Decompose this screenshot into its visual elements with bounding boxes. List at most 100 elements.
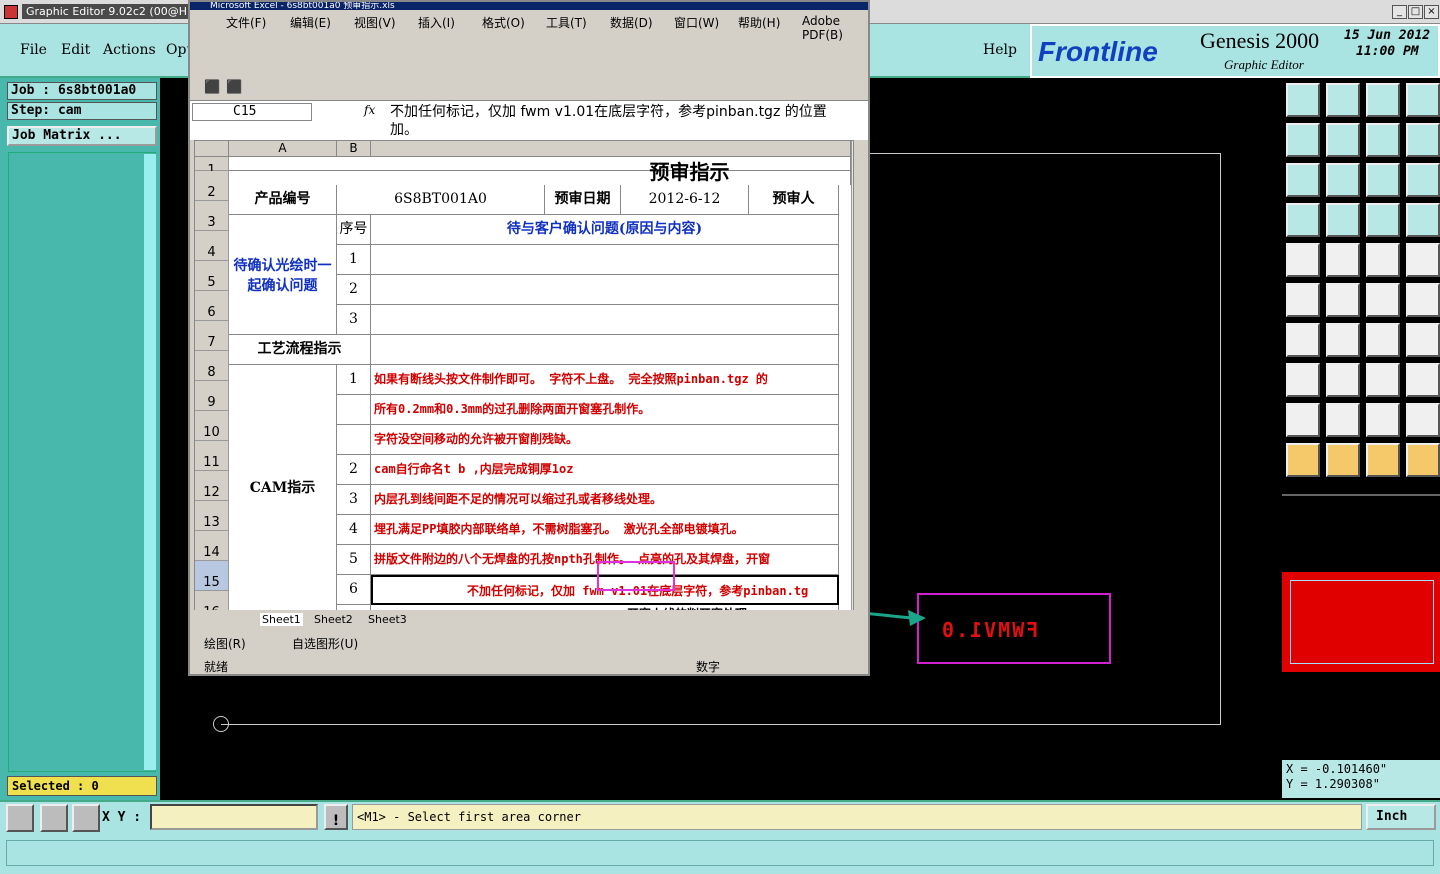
menu-file[interactable]: File bbox=[20, 42, 47, 58]
cam-seq[interactable]: 2 bbox=[337, 455, 371, 485]
row-header[interactable]: 13 bbox=[195, 501, 229, 531]
close-button[interactable]: × bbox=[1424, 5, 1439, 19]
maximize-button[interactable]: □ bbox=[1408, 5, 1423, 19]
a3-icon[interactable] bbox=[1406, 403, 1440, 437]
save-job-icon[interactable] bbox=[1326, 83, 1360, 117]
cam-instruction[interactable]: 字符没空间移动的允许被开窗削残缺。 bbox=[371, 425, 839, 455]
row-header[interactable]: 9 bbox=[195, 381, 229, 411]
window-icon[interactable] bbox=[1406, 83, 1440, 117]
excel-window[interactable]: Microsoft Excel - 6s8bt001a0 预审指示.xls 文件… bbox=[188, 0, 870, 676]
name-box[interactable]: C15 bbox=[192, 103, 312, 121]
formula-input[interactable]: 不加任何标记，仅加 fwm v1.01在底层字符，参考pinban.tgz 的位… bbox=[390, 103, 850, 139]
column-header-c[interactable] bbox=[371, 141, 851, 157]
review-date-label[interactable]: 预审日期 bbox=[545, 185, 621, 215]
layers-red-icon[interactable] bbox=[1366, 203, 1400, 237]
select3-icon[interactable] bbox=[1366, 443, 1400, 477]
zoom-fit-icon[interactable] bbox=[1326, 163, 1360, 197]
ruler-icon[interactable] bbox=[1366, 243, 1400, 277]
net-icon[interactable] bbox=[1406, 443, 1440, 477]
grid-icon[interactable] bbox=[72, 804, 100, 832]
pending-seq[interactable]: 2 bbox=[337, 275, 371, 305]
menu-actions[interactable]: Actions bbox=[103, 42, 156, 58]
line-point-icon[interactable] bbox=[1366, 283, 1400, 317]
diag-line-icon[interactable] bbox=[1326, 323, 1360, 357]
reviewer-label[interactable]: 预审人 bbox=[749, 185, 839, 215]
cam-instruction[interactable]: 内层孔到线间距不足的情况可以缩过孔或者移线处理。 bbox=[371, 485, 839, 515]
measure-icon[interactable] bbox=[40, 804, 68, 832]
row-header[interactable]: 15 bbox=[195, 561, 229, 591]
product-no-value[interactable]: 6S8BT001A0 bbox=[337, 185, 545, 215]
row-header[interactable]: 4 bbox=[195, 231, 229, 261]
pdf-mail-icon[interactable]: ⬛ bbox=[226, 80, 242, 95]
grid-icon[interactable] bbox=[1326, 203, 1360, 237]
row-header[interactable]: 16 bbox=[195, 591, 229, 611]
measure-icon[interactable] bbox=[1366, 363, 1400, 397]
excel-menu-item[interactable]: 窗口(W) bbox=[674, 14, 719, 31]
pad-add-icon[interactable] bbox=[1286, 363, 1320, 397]
layer-scrollbar[interactable] bbox=[144, 154, 156, 770]
sheet-tab-sheet2[interactable]: Sheet2 bbox=[314, 613, 353, 626]
menu-help[interactable]: Help bbox=[983, 42, 1017, 58]
menu-edit[interactable]: Edit bbox=[61, 42, 90, 58]
connect-icon[interactable] bbox=[1286, 283, 1320, 317]
ff-icon[interactable] bbox=[1406, 323, 1440, 357]
draw-line-icon[interactable] bbox=[1286, 323, 1320, 357]
pending-issue[interactable] bbox=[371, 245, 839, 275]
rotate-icon[interactable] bbox=[1366, 123, 1400, 157]
row-header[interactable]: 5 bbox=[195, 261, 229, 291]
sheet-tab-sheet1[interactable]: Sheet1 bbox=[260, 613, 303, 626]
row-header[interactable]: 10 bbox=[195, 411, 229, 441]
row-header[interactable]: 11 bbox=[195, 441, 229, 471]
draw-menu[interactable]: 绘图(R) bbox=[204, 635, 246, 652]
cam-instruction[interactable]: 埋孔满足PP填胶内部联络单，不需树脂塞孔。 激光孔全部电镀填孔。 bbox=[371, 515, 839, 545]
select-icon[interactable] bbox=[1286, 443, 1320, 477]
pending-label[interactable]: 待确认光绘时一起确认问题 bbox=[229, 215, 337, 335]
fit-icon[interactable] bbox=[1286, 163, 1320, 197]
pending-issue[interactable] bbox=[371, 305, 839, 335]
excel-menu-item[interactable]: 格式(O) bbox=[482, 14, 525, 31]
units-select[interactable]: Inch bbox=[1366, 804, 1436, 830]
shapes-icon[interactable] bbox=[1406, 363, 1440, 397]
circle-icon[interactable] bbox=[1406, 243, 1440, 277]
scale-icon[interactable] bbox=[1366, 163, 1400, 197]
cam-label[interactable]: CAM指示 bbox=[229, 365, 337, 611]
help-icon[interactable] bbox=[1406, 163, 1440, 197]
row-header[interactable]: 6 bbox=[195, 291, 229, 321]
row-header[interactable]: 8 bbox=[195, 351, 229, 381]
cam-seq[interactable]: 3 bbox=[337, 485, 371, 515]
column-header-b[interactable]: B bbox=[337, 141, 371, 157]
cam-seq[interactable] bbox=[337, 395, 371, 425]
cam-instruction[interactable]: 如果有断线头按文件制作即可。 字符不上盘。 完全按照pinban.tgz 的 bbox=[371, 365, 839, 395]
seq-header[interactable]: 序号 bbox=[337, 215, 371, 245]
corner-header[interactable] bbox=[195, 141, 229, 157]
a2-icon[interactable] bbox=[1366, 403, 1400, 437]
row-header[interactable]: 14 bbox=[195, 531, 229, 561]
excel-menu-item[interactable]: 视图(V) bbox=[354, 14, 396, 31]
info-icon[interactable]: ! bbox=[324, 804, 348, 830]
xy-input[interactable] bbox=[150, 804, 318, 830]
line-point2-icon[interactable] bbox=[1406, 283, 1440, 317]
excel-menu-item[interactable]: 插入(I) bbox=[418, 14, 455, 31]
tools-icon[interactable] bbox=[1286, 203, 1320, 237]
spreadsheet-grid[interactable]: AB12345678910111213141516预审指示产品编号6S8BT00… bbox=[194, 140, 854, 612]
sheet-tab-sheet3[interactable]: Sheet3 bbox=[368, 613, 407, 626]
layers-blue-icon[interactable] bbox=[1406, 203, 1440, 237]
row-header[interactable]: 2 bbox=[195, 171, 229, 201]
minus-icon[interactable] bbox=[1326, 363, 1360, 397]
pending-seq[interactable]: 3 bbox=[337, 305, 371, 335]
minimize-button[interactable]: _ bbox=[1392, 5, 1407, 19]
fx-icon[interactable]: fx bbox=[364, 103, 375, 117]
cam-seq[interactable]: 5 bbox=[337, 545, 371, 575]
cam-seq[interactable] bbox=[337, 425, 371, 455]
pdf-icon[interactable]: ⬛ bbox=[204, 80, 220, 95]
autoshape-menu[interactable]: 自选图形(U) bbox=[292, 635, 358, 652]
mirror-icon[interactable] bbox=[1406, 123, 1440, 157]
home-icon[interactable] bbox=[1366, 83, 1400, 117]
pending-seq[interactable]: 1 bbox=[337, 245, 371, 275]
excel-menu-item[interactable]: 数据(D) bbox=[610, 14, 653, 31]
pan-right-icon[interactable] bbox=[1326, 123, 1360, 157]
process-value[interactable] bbox=[371, 335, 839, 365]
product-no-label[interactable]: 产品编号 bbox=[229, 185, 337, 215]
process-label[interactable]: 工艺流程指示 bbox=[229, 335, 371, 365]
column-header-a[interactable]: A bbox=[229, 141, 337, 157]
